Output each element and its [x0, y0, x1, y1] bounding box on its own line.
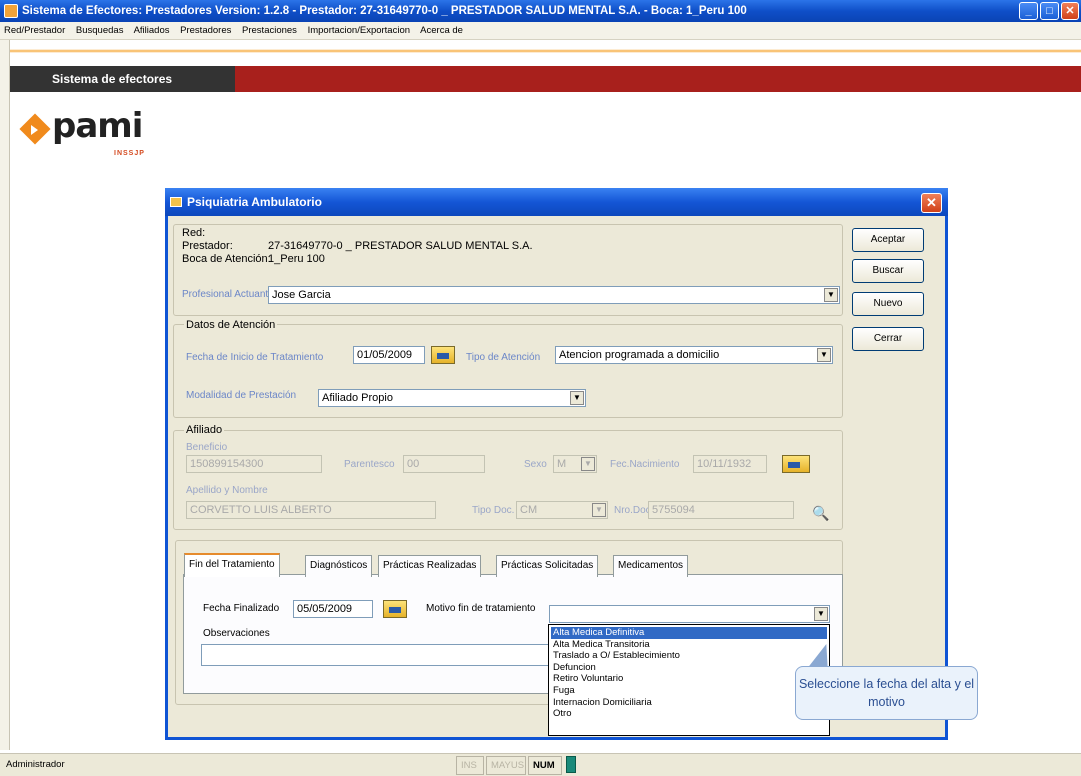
nro-doc-input[interactable]: 5755094 [648, 501, 794, 519]
apellido-input[interactable]: CORVETTO LUIS ALBERTO [186, 501, 436, 519]
search-icon[interactable]: 🔍 [812, 505, 829, 522]
header-title: Sistema de efectores [10, 66, 235, 92]
prestador-label: Prestador: [182, 240, 233, 252]
help-tooltip: Seleccione la fecha del alta y el motivo [795, 666, 978, 720]
tab-fin-tratamiento[interactable]: Fin del Tratamiento [184, 553, 280, 577]
tab-practicas-realizadas[interactable]: Prácticas Realizadas [378, 555, 482, 577]
menu-bar: Red/Prestador Busquedas Afiliados Presta… [0, 22, 1081, 40]
fec-nacimiento-input[interactable]: 10/11/1932 [693, 455, 767, 473]
motivo-option[interactable]: Defuncion [551, 662, 827, 674]
profesional-value: Jose Garcia [272, 289, 331, 301]
red-label: Red: [182, 227, 206, 239]
close-icon[interactable]: ✕ [1061, 2, 1079, 20]
tab-medicamentos[interactable]: Medicamentos [613, 555, 689, 577]
motivo-dropdown-list: Alta Medica Definitiva Alta Medica Trans… [548, 624, 830, 736]
chevron-down-icon[interactable]: ▼ [570, 391, 584, 405]
chevron-down-icon[interactable]: ▼ [581, 457, 595, 471]
nuevo-button[interactable]: Nuevo [852, 292, 924, 316]
logo-subtext: INSSJP [114, 150, 145, 157]
status-mayus: MAYUS [486, 756, 526, 775]
chevron-down-icon[interactable]: ▼ [814, 607, 828, 621]
menu-busquedas[interactable]: Busquedas [76, 25, 124, 36]
profesional-label: Profesional Actuante [182, 289, 274, 300]
fecha-finalizado-label: Fecha Finalizado [203, 603, 280, 614]
menu-afiliados[interactable]: Afiliados [134, 25, 170, 36]
beneficio-label: Beneficio [186, 442, 228, 453]
boca-label: Boca de Atención: [182, 253, 271, 265]
boca-value: 1_Peru 100 [268, 253, 325, 265]
dialog-icon [170, 197, 182, 207]
modalidad-combo[interactable]: Afiliado Propio ▼ [318, 389, 586, 407]
status-user: Administrador [6, 759, 65, 770]
observaciones-input[interactable] [201, 644, 549, 666]
buscar-button[interactable]: Buscar [852, 259, 924, 283]
modalidad-value: Afiliado Propio [322, 392, 393, 404]
profesional-combo[interactable]: Jose Garcia ▼ [268, 286, 840, 304]
parentesco-input[interactable]: 00 [403, 455, 485, 473]
tab-practicas-solicitadas[interactable]: Prácticas Solicitadas [496, 555, 599, 577]
calendar-icon[interactable] [782, 455, 810, 473]
motivo-option[interactable]: Otro [551, 708, 827, 720]
fecha-inicio-input[interactable]: 01/05/2009 [353, 346, 425, 364]
menu-red-prestador[interactable]: Red/Prestador [4, 25, 65, 36]
tipo-atencion-label: Tipo de Atención [466, 352, 541, 363]
motivo-option[interactable]: Fuga [551, 685, 827, 697]
tab-diagnosticos[interactable]: Diagnósticos [305, 555, 373, 577]
calendar-icon[interactable] [383, 600, 407, 618]
fec-nacimiento-label: Fec.Nacimiento [610, 459, 680, 470]
modalidad-label: Modalidad de Prestación [186, 390, 297, 401]
maximize-icon[interactable]: □ [1040, 2, 1059, 20]
menu-acerca-de[interactable]: Acerca de [420, 25, 463, 36]
logo-text: pami [52, 106, 143, 146]
minimize-icon[interactable]: _ [1019, 2, 1038, 20]
logo-arrow-icon [31, 125, 38, 135]
datos-atencion-title: Datos de Atención [184, 319, 278, 331]
cerrar-button[interactable]: Cerrar [852, 327, 924, 351]
motivo-label: Motivo fin de tratamiento [426, 603, 536, 614]
menu-prestadores[interactable]: Prestadores [180, 25, 231, 36]
status-num: NUM [528, 756, 562, 775]
chevron-down-icon[interactable]: ▼ [824, 288, 838, 302]
observaciones-label: Observaciones [203, 628, 270, 639]
status-ins: INS [456, 756, 484, 775]
sexo-value: M [557, 458, 567, 470]
motivo-option[interactable]: Alta Medica Transitoria [551, 639, 827, 651]
chevron-down-icon[interactable]: ▼ [817, 348, 831, 362]
fecha-finalizado-input[interactable]: 05/05/2009 [293, 600, 373, 618]
tipo-doc-combo[interactable]: CM ▼ [516, 501, 608, 519]
tipo-atencion-value: Atencion programada a domicilio [559, 349, 720, 361]
prestador-value: 27-31649770-0 _ PRESTADOR SALUD MENTAL S… [268, 240, 533, 252]
beneficio-input[interactable]: 150899154300 [186, 455, 322, 473]
fecha-inicio-label: Fecha de Inicio de Tratamiento [186, 352, 324, 363]
motivo-option[interactable]: Internacion Domiciliaria [551, 697, 827, 709]
calendar-icon[interactable] [431, 346, 455, 364]
menu-prestaciones[interactable]: Prestaciones [242, 25, 297, 36]
dialog-title: Psiquiatria Ambulatorio [165, 188, 948, 216]
sexo-label: Sexo [524, 459, 547, 470]
afiliado-title: Afiliado [184, 424, 225, 436]
dialog-close-icon[interactable]: ✕ [921, 193, 942, 213]
motivo-option[interactable]: Traslado a O/ Establecimiento [551, 650, 827, 662]
tipo-doc-label: Tipo Doc. [472, 505, 515, 516]
header-decoration [0, 41, 1081, 61]
aceptar-button[interactable]: Aceptar [852, 228, 924, 252]
tipo-atencion-combo[interactable]: Atencion programada a domicilio ▼ [555, 346, 833, 364]
sexo-combo[interactable]: M ▼ [553, 455, 597, 473]
left-frame [0, 40, 10, 750]
calculator-icon [566, 756, 576, 773]
window-title: Sistema de Efectores: Prestadores Versio… [22, 5, 747, 17]
chevron-down-icon[interactable]: ▼ [592, 503, 606, 517]
parentesco-label: Parentesco [344, 459, 395, 470]
apellido-label: Apellido y Nombre [186, 485, 268, 496]
window-title-bar: Sistema de Efectores: Prestadores Versio… [0, 0, 1081, 22]
app-icon [4, 4, 18, 18]
motivo-option[interactable]: Retiro Voluntario [551, 673, 827, 685]
tipo-doc-value: CM [520, 504, 538, 516]
motivo-option[interactable]: Alta Medica Definitiva [551, 627, 827, 639]
motivo-combo[interactable]: ▼ [549, 605, 830, 623]
menu-importacion-exportacion[interactable]: Importacion/Exportacion [308, 25, 410, 36]
